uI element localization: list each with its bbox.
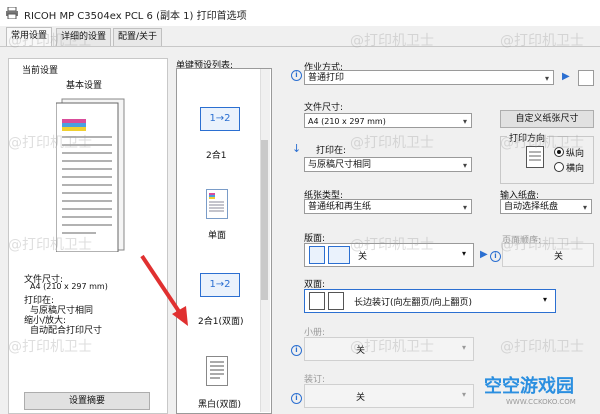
print-on-value: 与原稿尺寸相同 bbox=[308, 160, 372, 170]
tab-detailed-settings[interactable]: 详细的设置 bbox=[56, 28, 112, 46]
preset-2in1-label[interactable]: 2合1 bbox=[206, 148, 226, 161]
play-icon[interactable]: ▶ bbox=[562, 71, 570, 82]
page-preview-icon bbox=[56, 98, 125, 252]
booklet-value: 关 bbox=[356, 346, 366, 356]
chevron-down-icon: ▾ bbox=[462, 161, 467, 170]
paper-type-value: 普通纸和再生纸 bbox=[308, 202, 372, 212]
preset-2in1-icon: 1→2 bbox=[200, 107, 240, 131]
basic-settings-label: 基本设置 bbox=[66, 81, 103, 91]
preset-bw-duplex-label[interactable]: 黑白(双面) bbox=[198, 397, 241, 410]
job-select[interactable]: 普通打印 ▾ bbox=[304, 70, 554, 85]
current-settings-label: 当前设置 bbox=[22, 66, 59, 76]
job-settings-icon[interactable] bbox=[578, 70, 594, 86]
duplex-page-back-icon bbox=[328, 292, 344, 310]
chevron-down-icon: ▾ bbox=[543, 295, 548, 304]
red-arrow-icon bbox=[140, 254, 188, 326]
tab-config-about[interactable]: 配置/关于 bbox=[113, 28, 163, 46]
brand-url: WWW.CCKOKO.COM bbox=[506, 398, 576, 406]
layout-single-icon bbox=[309, 246, 325, 264]
scrollbar-thumb[interactable] bbox=[261, 140, 268, 300]
settings-summary-button[interactable]: 设置摘要 bbox=[24, 392, 150, 410]
booklet-select[interactable] bbox=[304, 337, 474, 361]
staple-select[interactable] bbox=[304, 384, 474, 408]
print-on-label: 打印在: bbox=[316, 146, 347, 156]
chevron-down-icon: ▾ bbox=[462, 249, 467, 258]
duplex-value: 长边装订(向左翻页/向上翻页) bbox=[354, 298, 473, 308]
preset-single-sided-label[interactable]: 单面 bbox=[208, 228, 226, 241]
job-info-icon[interactable]: i bbox=[291, 70, 302, 81]
layout-multi-icon bbox=[328, 246, 350, 264]
watermark: @打印机卫士 bbox=[350, 135, 434, 151]
staple-value: 关 bbox=[356, 393, 366, 403]
chevron-down-icon: ▾ bbox=[462, 390, 467, 399]
preset-single-sided-icon bbox=[206, 189, 228, 219]
arrow-down-icon: ↓ bbox=[292, 142, 302, 155]
paper-size-select[interactable]: A4 (210 x 297 mm) ▾ bbox=[304, 113, 472, 128]
tab-common-settings[interactable]: 常用设置 bbox=[6, 27, 53, 47]
portrait-label: 纵向 bbox=[566, 149, 585, 159]
input-tray-value: 自动选择纸盘 bbox=[504, 202, 559, 212]
custom-paper-size-button[interactable]: 自定义纸张尺寸 bbox=[500, 110, 594, 128]
preset-bw-duplex-icon bbox=[206, 356, 228, 386]
window-title: RICOH MP C3504ex PCL 6 (副本 1) 打印首选项 bbox=[24, 11, 247, 22]
chevron-down-icon: ▾ bbox=[462, 117, 467, 126]
preset-2in1-duplex-label[interactable]: 2合1(双面) bbox=[198, 314, 243, 327]
layout-play-icon[interactable]: ▶ bbox=[480, 249, 488, 260]
chevron-down-icon: ▾ bbox=[544, 74, 549, 83]
duplex-page-icon bbox=[309, 292, 325, 310]
chevron-down-icon: ▾ bbox=[582, 203, 587, 212]
page-order-select[interactable] bbox=[502, 243, 594, 267]
brand-logo: 空空游戏园 bbox=[484, 376, 574, 397]
portrait-page-icon bbox=[526, 146, 544, 168]
chevron-down-icon: ▾ bbox=[462, 343, 467, 352]
printer-icon bbox=[6, 7, 18, 19]
paper-type-select[interactable]: 普通纸和再生纸 ▾ bbox=[304, 199, 472, 214]
tab-strip: 常用设置 详细的设置 配置/关于 bbox=[0, 27, 600, 47]
staple-info-icon[interactable]: i bbox=[291, 393, 302, 404]
chevron-down-icon: ▾ bbox=[462, 203, 467, 212]
paper-size-label: 文件尺寸: bbox=[304, 103, 344, 113]
paper-size-value: A4 (210 x 297 mm) bbox=[308, 117, 386, 126]
booklet-info-icon[interactable]: i bbox=[291, 345, 302, 356]
watermark: @打印机卫士 bbox=[500, 339, 584, 355]
portrait-radio[interactable] bbox=[554, 147, 564, 157]
page-order-info-icon[interactable]: i bbox=[490, 251, 501, 262]
preset-2in1-duplex-icon: 1→2 bbox=[200, 273, 240, 297]
page-order-value: 关 bbox=[554, 252, 564, 262]
job-value: 普通打印 bbox=[308, 73, 345, 83]
print-on-select[interactable]: 与原稿尺寸相同 ▾ bbox=[304, 157, 472, 172]
info-paper-size-value: A4 (210 x 297 mm) bbox=[30, 282, 108, 291]
title-bar: RICOH MP C3504ex PCL 6 (副本 1) 打印首选项 bbox=[0, 0, 600, 26]
tab-divider bbox=[0, 46, 600, 47]
orientation-label: 打印方向 bbox=[507, 131, 548, 144]
layout-value: 关 bbox=[358, 252, 368, 262]
input-tray-select[interactable]: 自动选择纸盘 ▾ bbox=[500, 199, 592, 214]
landscape-label: 横向 bbox=[566, 164, 585, 174]
landscape-radio[interactable] bbox=[554, 162, 564, 172]
info-scale-value: 自动配合打印尺寸 bbox=[30, 326, 103, 336]
